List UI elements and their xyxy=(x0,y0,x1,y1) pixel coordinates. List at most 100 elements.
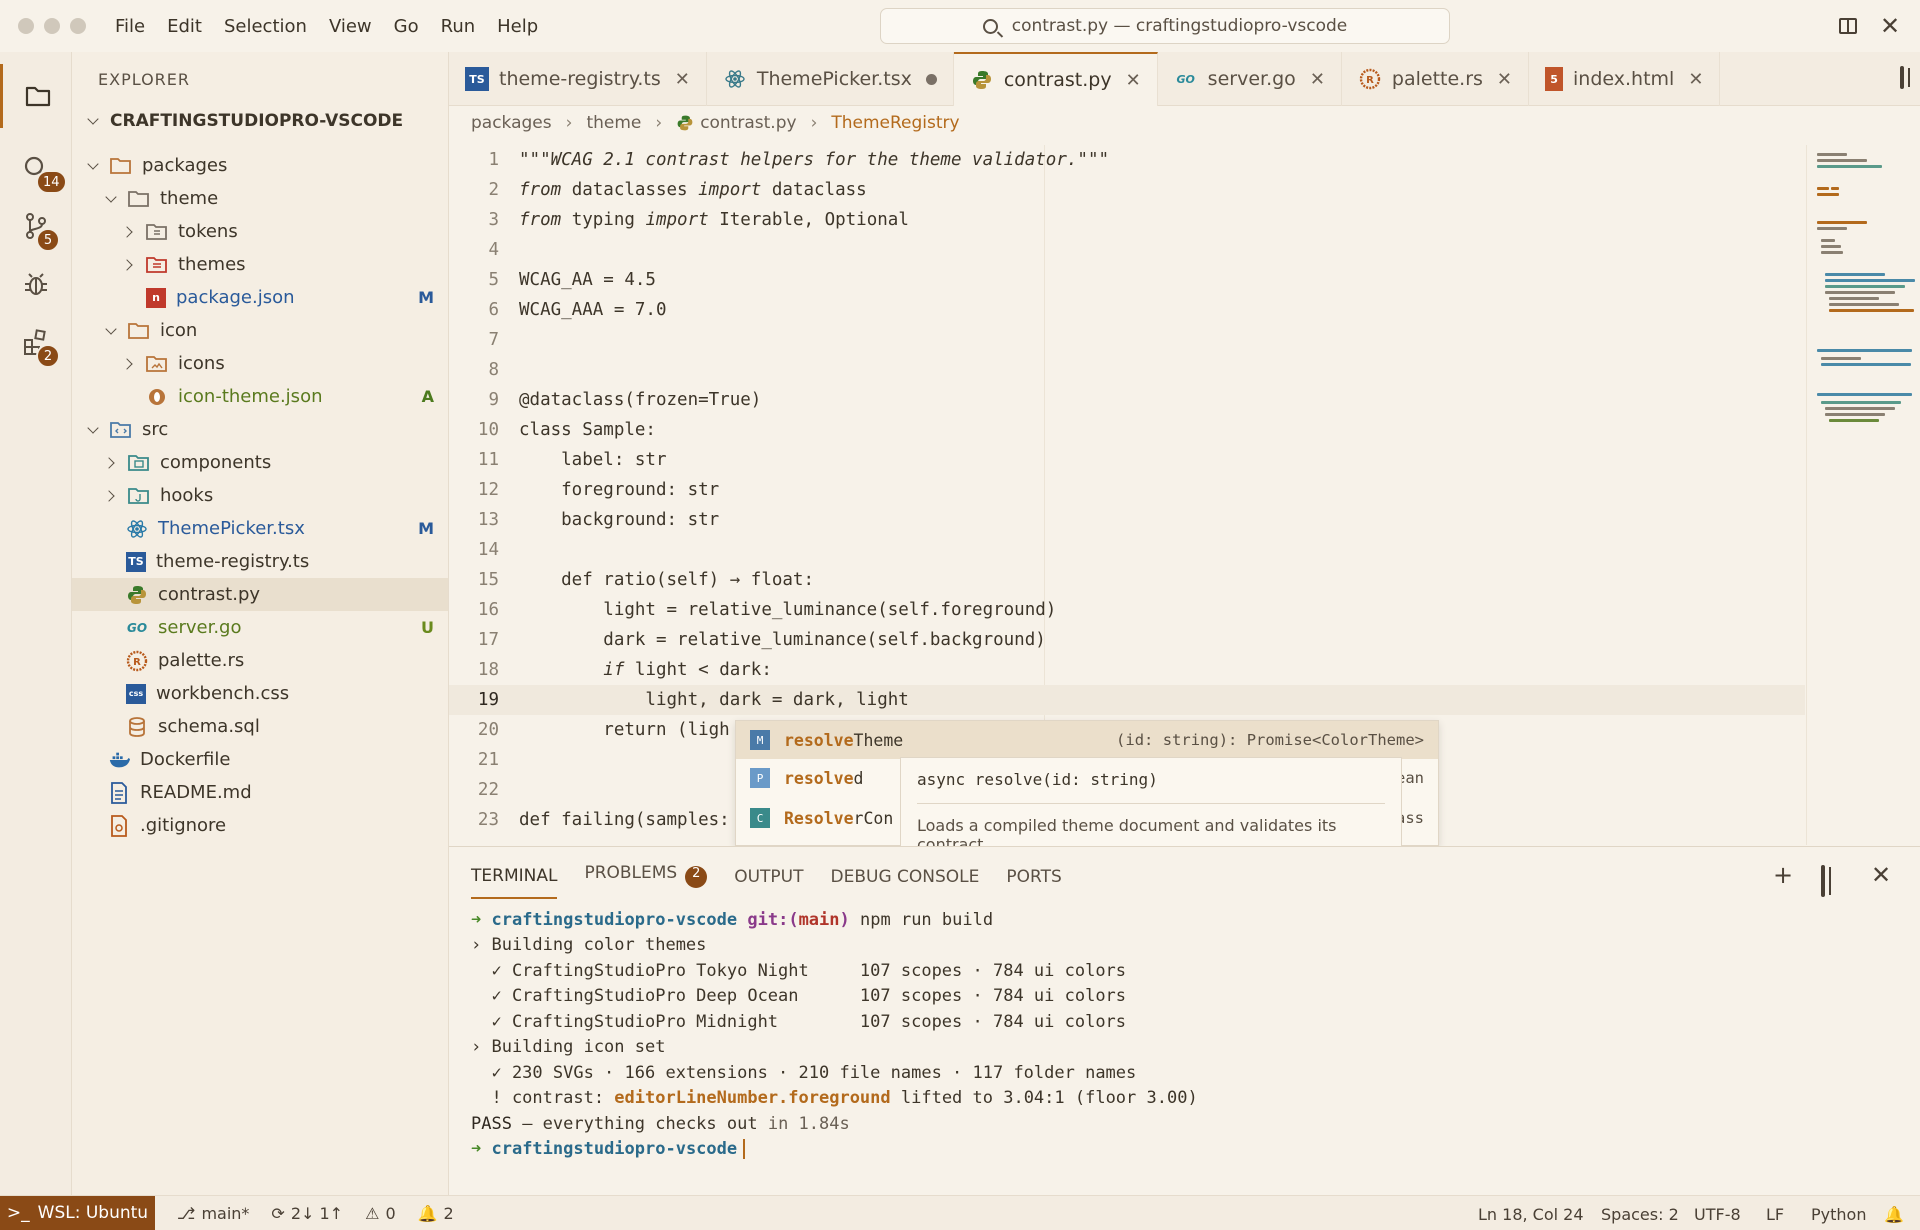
tree-item-theme-registry-ts[interactable]: TS theme-registry.ts xyxy=(72,545,448,578)
breadcrumb-symbol[interactable]: ThemeRegistry xyxy=(831,113,959,133)
close-icon[interactable]: ✕ xyxy=(1310,69,1325,90)
menu-go[interactable]: Go xyxy=(383,16,430,37)
minimap[interactable] xyxy=(1806,145,1920,845)
breadcrumb-packages[interactable]: packages xyxy=(471,113,552,133)
tree-item-themes[interactable]: themes xyxy=(72,248,448,281)
split-terminal-button[interactable] xyxy=(1821,865,1825,897)
toggle-layout-button[interactable] xyxy=(1834,12,1862,40)
tab-themepicker-tsx[interactable]: ThemePicker.tsx xyxy=(707,52,954,106)
close-icon[interactable]: ✕ xyxy=(1688,69,1703,90)
tab-index-html[interactable]: 5 index.html ✕ xyxy=(1529,52,1721,106)
tab-terminal[interactable]: TERMINAL xyxy=(471,863,558,899)
close-icon[interactable]: ✕ xyxy=(1126,70,1141,91)
sync-indicator[interactable]: ⟳ 2↓ 1↑ xyxy=(271,1204,343,1223)
workspace-root-folder[interactable]: CRAFTINGSTUDIOPRO-VSCODE xyxy=(86,111,403,131)
indentation[interactable]: Spaces: 2 xyxy=(1601,1205,1679,1224)
close-icon[interactable]: ✕ xyxy=(1497,69,1512,90)
suggestion-rest: d xyxy=(853,768,864,788)
language-mode[interactable]: Python xyxy=(1811,1205,1866,1224)
tree-item-gitignore[interactable]: .gitignore xyxy=(72,809,448,842)
code-token: typing xyxy=(561,210,646,230)
remote-icon: >_ xyxy=(6,1203,30,1223)
menu-run[interactable]: Run xyxy=(430,16,487,37)
command-center[interactable]: contrast.py — craftingstudiopro-vscode xyxy=(880,8,1450,44)
maximize-window-dot[interactable] xyxy=(70,18,86,34)
tree-item-src[interactable]: src xyxy=(72,413,448,446)
docker-icon xyxy=(108,749,130,771)
tab-ports[interactable]: PORTS xyxy=(1006,863,1061,899)
suggestion-item[interactable]: M resolve Theme (id: string): Promise<Col… xyxy=(736,721,1438,759)
close-window-dot[interactable] xyxy=(18,18,34,34)
encoding[interactable]: UTF-8 xyxy=(1694,1205,1741,1224)
run-debug-view-button[interactable] xyxy=(0,252,72,316)
tree-item-hooks[interactable]: hooks xyxy=(72,479,448,512)
minimize-window-dot[interactable] xyxy=(44,18,60,34)
close-button[interactable]: ✕ xyxy=(1876,12,1904,40)
tab-server-go[interactable]: GO server.go ✕ xyxy=(1158,52,1342,106)
tree-item-icon[interactable]: icon xyxy=(72,314,448,347)
new-terminal-icon[interactable]: + xyxy=(1773,861,1793,889)
tab-debug-console[interactable]: DEBUG CONSOLE xyxy=(831,863,980,899)
breadcrumb-theme[interactable]: theme xyxy=(586,113,641,133)
tab-problems[interactable]: PROBLEMS 2 xyxy=(584,863,708,899)
tab-output[interactable]: OUTPUT xyxy=(734,863,803,899)
close-icon[interactable]: ✕ xyxy=(675,69,690,90)
chevron-down-icon xyxy=(86,114,100,128)
file-tree: packages theme tokens themes n package.j… xyxy=(72,149,448,842)
tree-item-readme-md[interactable]: README.md xyxy=(72,776,448,809)
database-icon xyxy=(126,716,148,738)
prompt-directory: craftingstudiopro-vscode xyxy=(491,1139,738,1160)
menu-edit[interactable]: Edit xyxy=(156,16,213,37)
go-icon: GO xyxy=(126,620,148,635)
close-panel-icon[interactable]: ✕ xyxy=(1871,861,1891,889)
tree-item-icon-theme-json[interactable]: icon-theme.json A xyxy=(72,380,448,413)
breadcrumb-file[interactable]: contrast.py xyxy=(700,113,796,133)
line-number: 21 xyxy=(477,750,499,770)
tree-item-themepicker-tsx[interactable]: ThemePicker.tsx M xyxy=(72,512,448,545)
source-control-view-button[interactable]: 5 xyxy=(0,194,72,258)
tree-item-icons[interactable]: icons xyxy=(72,347,448,380)
files-icon xyxy=(25,86,50,107)
problems-indicator[interactable]: ⚠ 0 xyxy=(365,1204,396,1223)
bell-icon[interactable]: 🔔 xyxy=(1884,1205,1904,1224)
terminal-output[interactable]: ➜ craftingstudiopro-vscode git:(main) np… xyxy=(471,907,1198,1162)
tree-item-dockerfile[interactable]: Dockerfile xyxy=(72,743,448,776)
pass-duration: in 1.84s xyxy=(767,1113,850,1134)
notifications-indicator[interactable]: 🔔 2 xyxy=(418,1204,454,1223)
tree-item-contrast-py[interactable]: contrast.py xyxy=(72,578,448,611)
tree-item-package-json[interactable]: n package.json M xyxy=(72,281,448,314)
branch-indicator[interactable]: ⎇ main* xyxy=(177,1204,249,1223)
split-editor-button[interactable] xyxy=(1900,66,1904,89)
menu-selection[interactable]: Selection xyxy=(213,16,318,37)
tab-palette-rs[interactable]: R palette.rs ✕ xyxy=(1342,52,1530,106)
tab-theme-registry-ts[interactable]: TS theme-registry.ts ✕ xyxy=(449,52,707,106)
tree-item-palette-rs[interactable]: R palette.rs xyxy=(72,644,448,677)
menu-file[interactable]: File xyxy=(104,16,156,37)
cursor-position[interactable]: Ln 18, Col 24 xyxy=(1478,1205,1584,1224)
unsaved-dot-icon[interactable] xyxy=(925,73,937,85)
line-number: 13 xyxy=(477,510,499,530)
explorer-view-button[interactable] xyxy=(0,64,72,128)
tree-item-components[interactable]: components xyxy=(72,446,448,479)
terminal-command: npm run build xyxy=(860,909,994,930)
tree-item-packages[interactable]: packages xyxy=(72,149,448,182)
search-view-button[interactable]: 14 xyxy=(0,136,72,200)
tree-item-schema-sql[interactable]: schema.sql xyxy=(72,710,448,743)
tree-item-label: workbench.css xyxy=(156,683,290,704)
tab-contrast-py[interactable]: contrast.py ✕ xyxy=(953,52,1158,106)
remote-indicator[interactable]: >_ WSL: Ubuntu xyxy=(0,1195,155,1230)
git-added-badge: A xyxy=(421,387,434,406)
line-number: 3 xyxy=(488,210,499,230)
tree-item-label: packages xyxy=(142,155,228,176)
tree-item-tokens[interactable]: tokens xyxy=(72,215,448,248)
menu-help[interactable]: Help xyxy=(486,16,549,37)
end-of-line[interactable]: LF xyxy=(1766,1205,1784,1224)
extensions-view-button[interactable]: 2 xyxy=(0,310,72,374)
menu-view[interactable]: View xyxy=(318,16,383,37)
tree-item-workbench-css[interactable]: css workbench.css xyxy=(72,677,448,710)
tree-item-theme[interactable]: theme xyxy=(72,182,448,215)
code-line: label: str xyxy=(519,450,667,470)
tree-item-server-go[interactable]: GO server.go U xyxy=(72,611,448,644)
tab-label: PROBLEMS xyxy=(584,863,678,883)
